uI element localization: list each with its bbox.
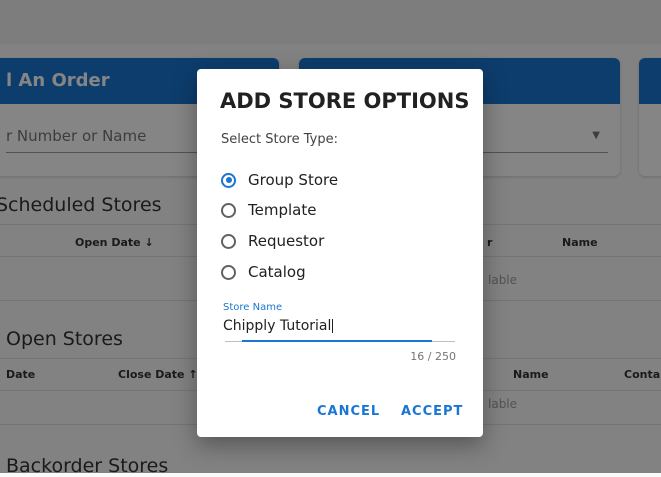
store-name-label: Store Name <box>223 302 283 313</box>
radio-unchecked-icon <box>221 233 236 249</box>
radio-label: Catalog <box>248 263 306 281</box>
store-name-value: Chipply Tutorial <box>223 318 332 334</box>
store-name-input[interactable]: Chipply Tutorial <box>223 318 334 334</box>
character-counter: 16 / 250 <box>410 350 456 363</box>
cancel-button[interactable]: CANCEL <box>317 404 380 419</box>
radio-label: Requestor <box>248 232 325 250</box>
radio-checked-icon <box>221 172 236 188</box>
radio-label: Group Store <box>248 171 339 189</box>
radio-template[interactable]: Template <box>221 199 316 221</box>
add-store-options-dialog: ADD STORE OPTIONS Select Store Type: Gro… <box>197 69 483 437</box>
radio-requestor[interactable]: Requestor <box>221 230 324 252</box>
accept-button[interactable]: ACCEPT <box>401 404 463 419</box>
radio-catalog[interactable]: Catalog <box>221 261 306 283</box>
dialog-subtitle: Select Store Type: <box>221 132 338 147</box>
radio-unchecked-icon <box>221 202 236 218</box>
radio-group-store[interactable]: Group Store <box>221 169 338 191</box>
text-caret <box>332 319 334 333</box>
radio-unchecked-icon <box>221 264 236 280</box>
input-focus-underline <box>242 340 432 342</box>
radio-label: Template <box>248 201 317 219</box>
dialog-title: ADD STORE OPTIONS <box>220 89 470 113</box>
